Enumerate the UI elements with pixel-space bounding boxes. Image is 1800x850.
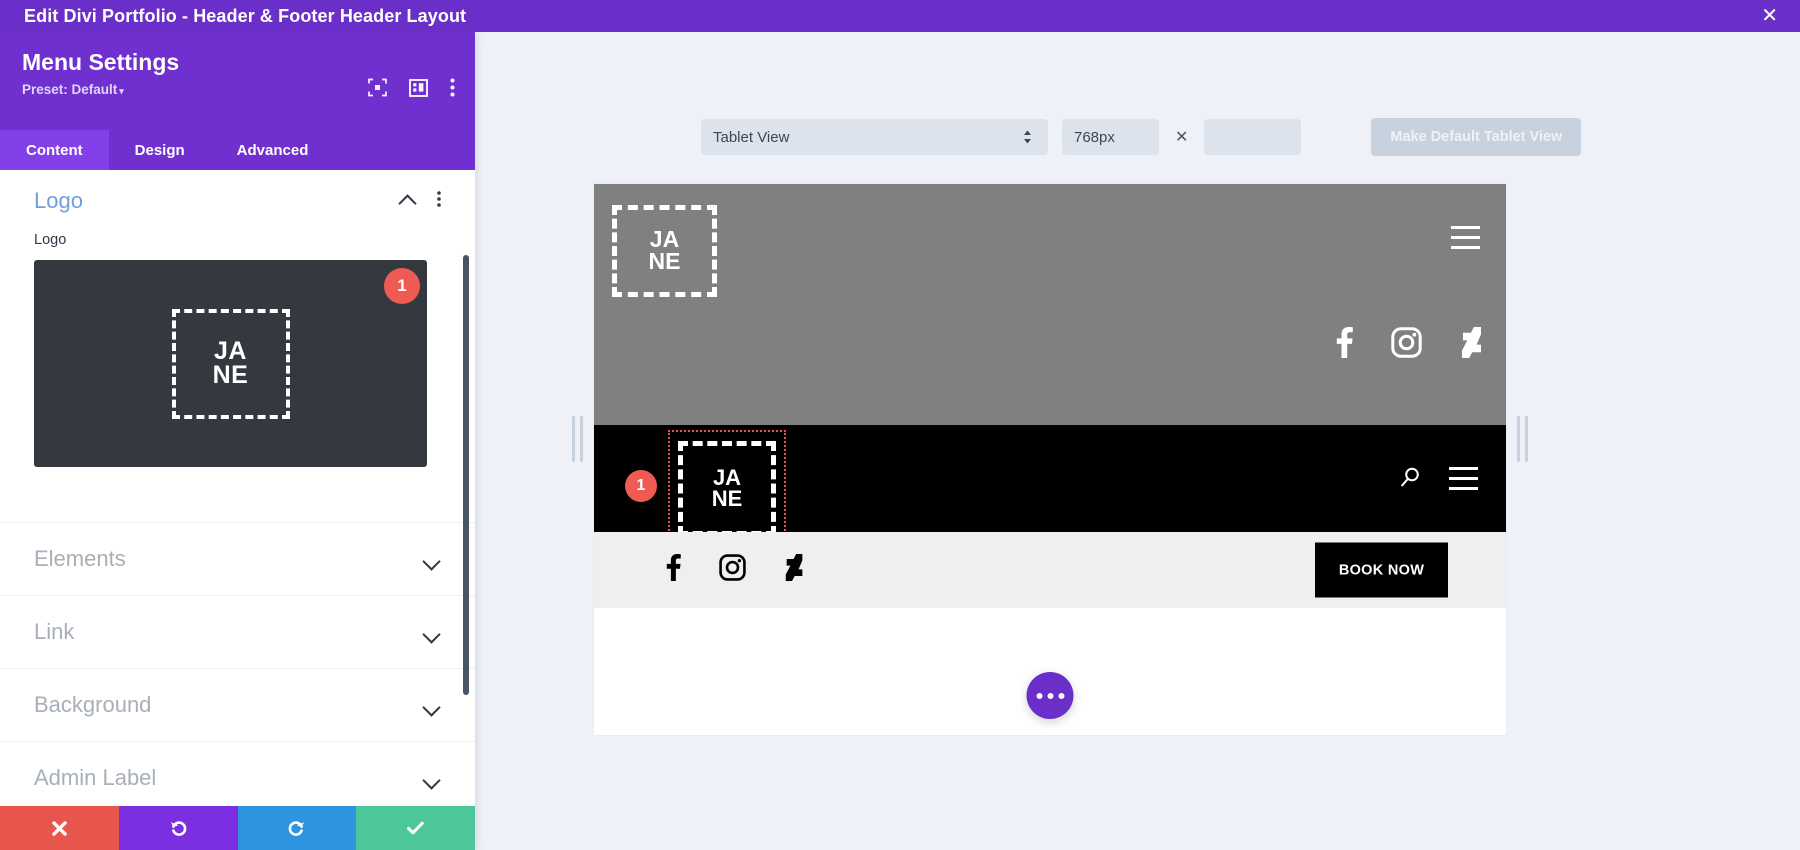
facebook-icon[interactable] [666, 554, 681, 586]
deviantart-icon[interactable] [784, 554, 805, 586]
section-logo-header[interactable]: Logo [34, 170, 441, 232]
logo-placeholder-text: JA NE [212, 338, 249, 389]
settings-panel-body: Logo Logo JA NE 1 Elements Link Backgrou… [0, 170, 475, 806]
dot [1047, 692, 1053, 699]
footer-social-icons [666, 554, 805, 586]
undo-arrow-icon [169, 819, 188, 838]
resize-handle-left[interactable] [572, 416, 583, 462]
menu-logo-line-2: NE [711, 485, 743, 511]
tab-advanced[interactable]: Advanced [211, 130, 335, 170]
sidebar-item-admin-label[interactable]: Admin Label [0, 741, 475, 806]
preview-hero-header: JA NE [594, 184, 1506, 425]
focus-icon[interactable] [368, 78, 387, 97]
preset-label: Preset: Default [22, 82, 118, 98]
settings-panel-footer [0, 806, 475, 850]
instagram-icon[interactable] [719, 554, 746, 586]
panel-header-icons [368, 78, 455, 97]
redo-button[interactable] [237, 806, 357, 850]
close-x-icon [51, 820, 68, 837]
preview-frame: JA NE 1 JA NE BOOK NOW [594, 184, 1506, 735]
menu-logo-placeholder[interactable]: JA NE [678, 441, 776, 536]
hamburger-menu-icon[interactable] [1449, 467, 1478, 490]
viewport-toolbar: Tablet View 768px ✕ Make Default Tablet … [475, 32, 1800, 156]
sidebar-item-link[interactable]: Link [0, 595, 475, 668]
hero-logo-placeholder[interactable]: JA NE [612, 205, 717, 297]
settings-panel-header: Menu Settings Preset: Default ▾ [0, 32, 475, 130]
preview-stage: Tablet View 768px ✕ Make Default Tablet … [475, 32, 1800, 850]
more-options-icon[interactable] [1026, 672, 1074, 719]
status-badge: 1 [384, 268, 420, 304]
logo-upload-preview[interactable]: JA NE 1 [34, 260, 427, 467]
make-default-tablet-view-button[interactable]: Make Default Tablet View [1371, 118, 1582, 156]
save-button[interactable] [356, 806, 475, 850]
settings-tabs: Content Design Advanced [0, 130, 475, 170]
logo-line-2: NE [212, 360, 249, 389]
logo-placeholder-frame: JA NE [171, 308, 290, 419]
book-now-button[interactable]: BOOK NOW [1315, 542, 1448, 598]
logo-field-label: Logo [34, 232, 67, 248]
tab-content[interactable]: Content [0, 130, 109, 170]
status-badge: 1 [625, 470, 657, 502]
kebab-menu-icon[interactable] [450, 78, 455, 97]
chevron-down-icon[interactable] [423, 772, 441, 784]
chevron-updown-icon [1023, 130, 1032, 144]
section-elements-title: Elements [34, 546, 126, 571]
deviantart-icon[interactable] [1460, 327, 1484, 363]
close-icon[interactable]: ✕ [1761, 6, 1778, 26]
dimension-separator: ✕ [1175, 129, 1189, 146]
section-admin-label-title: Admin Label [34, 765, 157, 790]
view-mode-select[interactable]: Tablet View [701, 119, 1048, 155]
section-logo: Logo Logo JA NE 1 [0, 170, 475, 467]
dot [1036, 692, 1042, 699]
search-icon[interactable] [1400, 466, 1421, 492]
chevron-down-icon: ▾ [119, 86, 124, 97]
window-title: Edit Divi Portfolio - Header & Footer He… [24, 5, 467, 26]
viewport-height-input[interactable] [1204, 119, 1302, 155]
chevron-down-icon[interactable] [423, 699, 441, 711]
resize-handle-right[interactable] [1517, 416, 1528, 462]
layout-panel-icon[interactable] [409, 78, 428, 97]
sidebar-item-elements[interactable]: Elements [0, 522, 475, 595]
dot [1058, 692, 1064, 699]
chevron-up-icon[interactable] [399, 195, 417, 207]
undo-button[interactable] [118, 806, 238, 850]
facebook-icon[interactable] [1336, 327, 1353, 363]
section-logo-title: Logo [34, 188, 83, 213]
menu-bar-icons [1400, 466, 1478, 492]
instagram-icon[interactable] [1391, 327, 1422, 363]
section-link-title: Link [34, 619, 75, 644]
preview-frame-wrapper: JA NE 1 JA NE BOOK NOW [572, 184, 1528, 735]
panel-title: Menu Settings [22, 49, 180, 75]
hamburger-menu-icon[interactable] [1451, 226, 1480, 249]
preview-menu-bar: 1 JA NE [594, 425, 1506, 547]
chevron-down-icon[interactable] [423, 626, 441, 638]
hero-logo-text: JA NE [648, 228, 681, 274]
viewport-width-input[interactable]: 768px [1062, 119, 1159, 155]
checkmark-icon [406, 820, 425, 836]
chevron-down-icon[interactable] [423, 553, 441, 565]
section-background-title: Background [34, 692, 152, 717]
redo-arrow-icon [287, 819, 306, 838]
sidebar-item-background[interactable]: Background [0, 668, 475, 741]
view-mode-value: Tablet View [713, 128, 790, 146]
discard-button[interactable] [0, 806, 119, 850]
settings-panel: Menu Settings Preset: Default ▾ Content … [0, 32, 475, 850]
window-title-bar: Edit Divi Portfolio - Header & Footer He… [0, 0, 1800, 32]
preview-social-bar: BOOK NOW [594, 532, 1506, 608]
tab-design[interactable]: Design [109, 130, 211, 170]
hero-logo-line-2: NE [648, 248, 681, 274]
kebab-menu-icon[interactable] [437, 190, 441, 212]
panel-scrollbar[interactable] [463, 255, 469, 695]
hero-social-icons [1336, 327, 1484, 363]
menu-logo-text: JA NE [711, 466, 743, 511]
